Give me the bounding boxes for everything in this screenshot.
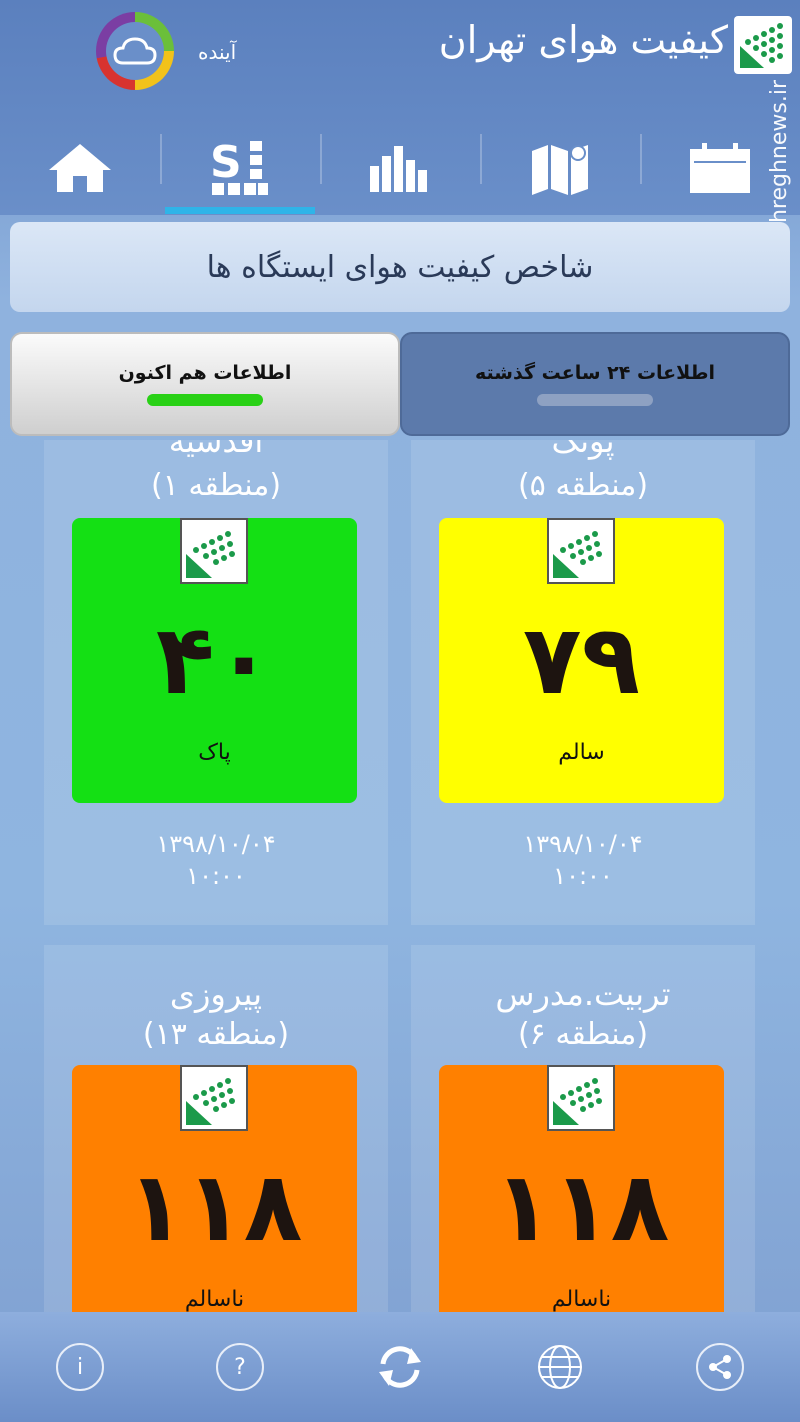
station-region: (منطقه ۱) bbox=[150, 468, 282, 503]
station-name: اقدسیه bbox=[168, 440, 264, 460]
station-region: (منطقه ۶) bbox=[517, 1017, 649, 1052]
aqi-box: ۷۹ سالم bbox=[439, 518, 724, 803]
tab-calendar[interactable] bbox=[640, 122, 800, 214]
aqi-status: سالم bbox=[558, 740, 605, 765]
aqi-value: ۱۱۸ bbox=[493, 1151, 670, 1263]
aqi-value: ۴۰ bbox=[155, 604, 274, 716]
aqi-value: ۷۹ bbox=[522, 604, 641, 716]
station-card[interactable]: اقدسیه (منطقه ۱) ۴۰ پاک ۱۳۹۸/۱۰/۰۴ ۱۰:۰۰ bbox=[44, 440, 388, 925]
aqi-status: ناسالم bbox=[184, 1287, 245, 1312]
aqi-value: ۱۱۸ bbox=[126, 1151, 303, 1263]
bottom-toolbar: i ? bbox=[0, 1312, 800, 1422]
inactive-indicator bbox=[537, 394, 653, 406]
home-icon bbox=[49, 144, 111, 192]
refresh-button[interactable] bbox=[320, 1344, 480, 1390]
tab-home[interactable] bbox=[0, 122, 160, 214]
station-region: (منطقه ۱۳) bbox=[142, 1017, 290, 1052]
station-name: تربیت.مدرس bbox=[495, 975, 671, 1013]
stations-grid: اقدسیه (منطقه ۱) ۴۰ پاک ۱۳۹۸/۱۰/۰۴ ۱۰:۰۰… bbox=[0, 440, 800, 1312]
page-title-bar: شاخص کیفیت هوای ایستگاه ها bbox=[10, 222, 790, 312]
map-icon bbox=[532, 145, 588, 195]
app-logo-icon bbox=[734, 16, 792, 74]
help-button[interactable]: ? bbox=[160, 1343, 320, 1391]
app-header: کیفیت هوای تهران mashreghnews.ir آینده S bbox=[0, 0, 800, 269]
tab-map[interactable] bbox=[480, 122, 640, 214]
calendar-icon bbox=[690, 143, 750, 193]
reading-time: ۱۰:۰۰ bbox=[186, 862, 246, 890]
station-region: (منطقه ۵) bbox=[517, 468, 649, 503]
aqi-box: ۴۰ پاک bbox=[72, 518, 357, 803]
bar-chart-icon bbox=[370, 146, 427, 192]
forecast-button[interactable] bbox=[96, 12, 174, 90]
aqi-logo-icon bbox=[547, 518, 615, 584]
tab-current-label: اطلاعات هم اکنون bbox=[118, 362, 292, 384]
info-button[interactable]: i bbox=[0, 1343, 160, 1391]
reading-date: ۱۳۹۸/۱۰/۰۴ bbox=[156, 830, 276, 858]
share-button[interactable] bbox=[640, 1343, 800, 1391]
website-button[interactable] bbox=[480, 1343, 640, 1391]
tab-stations-index[interactable]: S bbox=[160, 122, 320, 214]
aqi-logo-icon bbox=[180, 1065, 248, 1131]
page-title: شاخص کیفیت هوای ایستگاه ها bbox=[206, 249, 594, 285]
tab-past-24h-data[interactable]: اطلاعات ۲۴ ساعت گذشته bbox=[400, 332, 790, 436]
tab-past-label: اطلاعات ۲۴ ساعت گذشته bbox=[475, 362, 715, 384]
globe-icon bbox=[538, 1345, 582, 1389]
reading-time: ۱۰:۰۰ bbox=[553, 862, 613, 890]
aqi-logo-icon bbox=[547, 1065, 615, 1131]
help-icon: ? bbox=[216, 1343, 264, 1391]
data-range-tabs: اطلاعات هم اکنون اطلاعات ۲۴ ساعت گذشته bbox=[10, 332, 790, 436]
station-name: پیروزی bbox=[169, 975, 263, 1013]
forecast-label[interactable]: آینده bbox=[198, 40, 236, 64]
main-nav: S bbox=[0, 122, 800, 214]
station-name: پونک bbox=[551, 440, 615, 460]
aqi-box: ۱۱۸ ناسالم bbox=[72, 1065, 357, 1312]
aqi-logo-icon bbox=[180, 518, 248, 584]
share-icon bbox=[696, 1343, 744, 1391]
station-card[interactable]: پیروزی (منطقه ۱۳) ۱۱۸ ناسالم bbox=[44, 945, 388, 1312]
tab-charts[interactable] bbox=[320, 122, 480, 214]
stations-index-icon: S bbox=[210, 139, 268, 195]
station-card[interactable]: پونک (منطقه ۵) ۷۹ سالم ۱۳۹۸/۱۰/۰۴ ۱۰:۰۰ bbox=[411, 440, 755, 925]
app-title: کیفیت هوای تهران bbox=[438, 18, 728, 62]
aqi-box: ۱۱۸ ناسالم bbox=[439, 1065, 724, 1312]
aqi-status: پاک bbox=[198, 740, 231, 765]
refresh-icon bbox=[379, 1346, 421, 1388]
reading-date: ۱۳۹۸/۱۰/۰۴ bbox=[523, 830, 643, 858]
info-icon: i bbox=[56, 1343, 104, 1391]
aqi-status: ناسالم bbox=[551, 1287, 612, 1312]
active-indicator bbox=[147, 394, 263, 406]
cloud-icon bbox=[106, 22, 164, 80]
svg-text:S: S bbox=[210, 139, 242, 188]
tab-current-data[interactable]: اطلاعات هم اکنون bbox=[10, 332, 400, 436]
station-card[interactable]: تربیت.مدرس (منطقه ۶) ۱۱۸ ناسالم bbox=[411, 945, 755, 1312]
